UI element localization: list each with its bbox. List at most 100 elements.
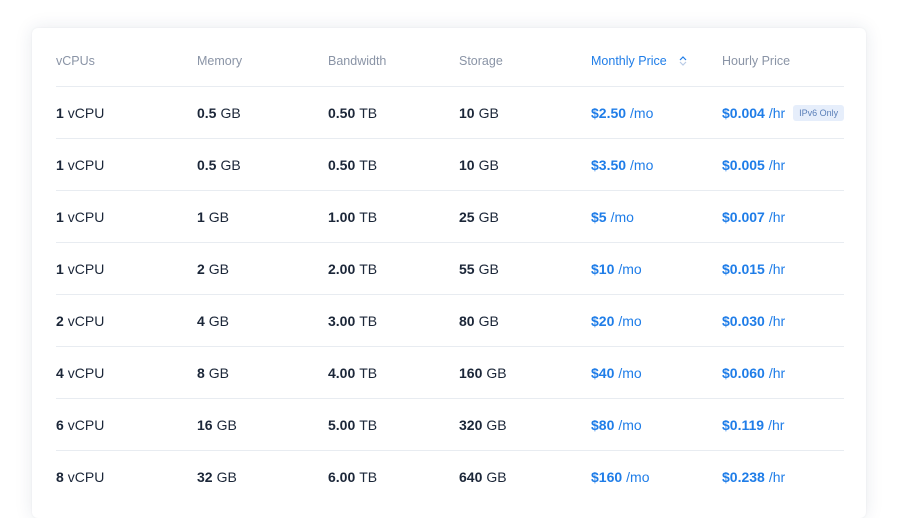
- vcpu-cell: 2 vCPU: [56, 295, 104, 346]
- hourly-price-unit: /hr: [768, 104, 786, 121]
- memory-value: 4: [197, 312, 205, 329]
- vcpu-cell: 8 vCPU: [56, 451, 104, 502]
- monthly-price-value: $20: [591, 312, 615, 329]
- header-memory[interactable]: Memory: [197, 36, 242, 86]
- bandwidth-unit: TB: [359, 156, 378, 173]
- memory-unit: GB: [216, 468, 237, 485]
- table-body: 1 vCPU 0.5 GB 0.50 TB 10 GB $2.50 /mo $0…: [56, 87, 845, 502]
- bandwidth-cell: 0.50 TB: [328, 139, 377, 190]
- monthly-price-value: $160: [591, 468, 623, 485]
- storage-unit: GB: [486, 416, 507, 433]
- memory-unit: GB: [208, 312, 230, 329]
- vcpu-value: 1: [56, 260, 64, 277]
- hourly-price-unit: /hr: [768, 468, 786, 485]
- vcpu-unit: vCPU: [67, 156, 105, 173]
- memory-cell: 0.5 GB: [197, 87, 241, 138]
- monthly-price-unit: /mo: [618, 416, 642, 433]
- hourly-price-value: $0.119: [722, 416, 765, 433]
- storage-cell: 320 GB: [459, 399, 507, 450]
- storage-value: 320: [459, 416, 483, 433]
- vcpu-unit: vCPU: [67, 104, 105, 121]
- memory-value: 32: [197, 468, 213, 485]
- storage-unit: GB: [478, 260, 499, 277]
- storage-value: 55: [459, 260, 475, 277]
- memory-unit: GB: [216, 416, 237, 433]
- storage-cell: 160 GB: [459, 347, 507, 398]
- bandwidth-value: 2.00: [328, 260, 356, 277]
- vcpu-value: 1: [56, 156, 64, 173]
- memory-cell: 0.5 GB: [197, 139, 241, 190]
- vcpu-value: 2: [56, 312, 64, 329]
- bandwidth-unit: TB: [359, 364, 378, 381]
- vcpu-cell: 1 vCPU: [56, 139, 104, 190]
- table-row[interactable]: 1 vCPU 0.5 GB 0.50 TB 10 GB $3.50 /mo $0…: [56, 139, 844, 191]
- header-hourly-price[interactable]: Hourly Price: [722, 36, 790, 86]
- bandwidth-unit: TB: [359, 312, 378, 329]
- table-row[interactable]: 8 vCPU 32 GB 6.00 TB 640 GB $160 /mo $0.…: [56, 451, 844, 502]
- table-header: vCPUs Memory Bandwidth Storage Monthly P…: [56, 36, 844, 87]
- vcpu-cell: 1 vCPU: [56, 243, 104, 294]
- monthly-price-unit: /mo: [610, 208, 634, 225]
- header-storage[interactable]: Storage: [459, 36, 503, 86]
- bandwidth-cell: 5.00 TB: [328, 399, 377, 450]
- storage-cell: 25 GB: [459, 191, 499, 242]
- storage-cell: 10 GB: [459, 139, 499, 190]
- vcpu-cell: 1 vCPU: [56, 191, 104, 242]
- table-row[interactable]: 1 vCPU 0.5 GB 0.50 TB 10 GB $2.50 /mo $0…: [56, 87, 845, 139]
- monthly-price-cell: $20 /mo: [591, 295, 642, 346]
- vcpu-unit: vCPU: [67, 260, 105, 277]
- monthly-price-value: $10: [591, 260, 615, 277]
- pricing-card: vCPUs Memory Bandwidth Storage Monthly P…: [32, 28, 866, 518]
- memory-value: 16: [197, 416, 213, 433]
- table-row[interactable]: 2 vCPU 4 GB 3.00 TB 80 GB $20 /mo $0.030…: [56, 295, 844, 347]
- monthly-price-value: $5: [591, 208, 607, 225]
- bandwidth-value: 4.00: [328, 364, 356, 381]
- table-row[interactable]: 6 vCPU 16 GB 5.00 TB 320 GB $80 /mo $0.1…: [56, 399, 844, 451]
- memory-unit: GB: [208, 260, 230, 277]
- vcpu-value: 8: [56, 468, 64, 485]
- monthly-price-cell: $2.50 /mo: [591, 87, 653, 138]
- hourly-price-value: $0.007: [722, 208, 765, 225]
- header-bandwidth[interactable]: Bandwidth: [328, 36, 386, 86]
- bandwidth-value: 6.00: [328, 468, 356, 485]
- storage-value: 160: [459, 364, 483, 381]
- header-monthly-price-label: Monthly Price: [591, 54, 667, 68]
- hourly-price-unit: /hr: [768, 156, 786, 173]
- hourly-price-cell: $0.004 /hr IPv6 Only: [722, 87, 845, 138]
- header-vcpus[interactable]: vCPUs: [56, 36, 95, 86]
- monthly-price-unit: /mo: [626, 468, 650, 485]
- monthly-price-value: $80: [591, 416, 615, 433]
- memory-value: 0.5: [197, 104, 217, 121]
- bandwidth-unit: TB: [359, 208, 378, 225]
- monthly-price-unit: /mo: [630, 104, 654, 121]
- hourly-price-cell: $0.007 /hr: [722, 191, 785, 242]
- memory-cell: 4 GB: [197, 295, 229, 346]
- monthly-price-unit: /mo: [618, 260, 642, 277]
- table-row[interactable]: 1 vCPU 1 GB 1.00 TB 25 GB $5 /mo $0.007 …: [56, 191, 844, 243]
- hourly-price-cell: $0.060 /hr: [722, 347, 785, 398]
- hourly-price-cell: $0.238 /hr: [722, 451, 785, 502]
- bandwidth-value: 0.50: [328, 104, 356, 121]
- monthly-price-unit: /mo: [630, 156, 654, 173]
- vcpu-unit: vCPU: [67, 312, 105, 329]
- table-row[interactable]: 4 vCPU 8 GB 4.00 TB 160 GB $40 /mo $0.06…: [56, 347, 844, 399]
- hourly-price-value: $0.015: [722, 260, 765, 277]
- header-monthly-price[interactable]: Monthly Price: [591, 36, 687, 86]
- storage-cell: 10 GB: [459, 87, 499, 138]
- vcpu-unit: vCPU: [67, 416, 105, 433]
- memory-unit: GB: [208, 208, 230, 225]
- vcpu-unit: vCPU: [67, 364, 105, 381]
- monthly-price-value: $40: [591, 364, 615, 381]
- bandwidth-cell: 6.00 TB: [328, 451, 377, 502]
- hourly-price-value: $0.004: [722, 104, 765, 121]
- bandwidth-unit: TB: [359, 468, 378, 485]
- pricing-table: vCPUs Memory Bandwidth Storage Monthly P…: [56, 36, 845, 502]
- hourly-price-value: $0.238: [722, 468, 765, 485]
- memory-value: 2: [197, 260, 205, 277]
- storage-cell: 80 GB: [459, 295, 499, 346]
- table-row[interactable]: 1 vCPU 2 GB 2.00 TB 55 GB $10 /mo $0.015…: [56, 243, 844, 295]
- sort-icon[interactable]: [679, 56, 687, 66]
- bandwidth-cell: 1.00 TB: [328, 191, 377, 242]
- storage-unit: GB: [478, 156, 499, 173]
- hourly-price-cell: $0.005 /hr: [722, 139, 785, 190]
